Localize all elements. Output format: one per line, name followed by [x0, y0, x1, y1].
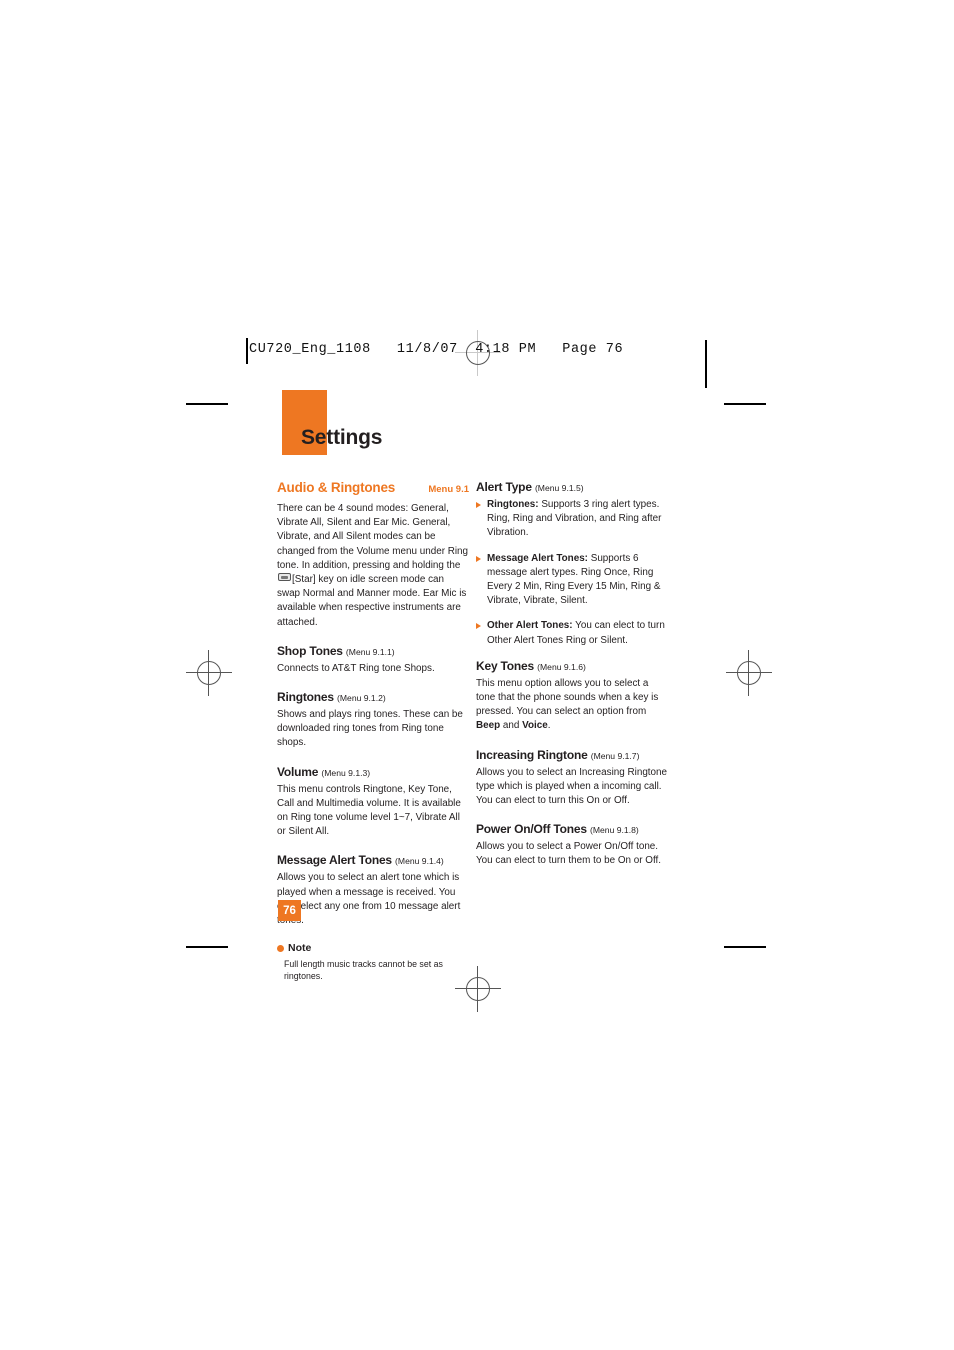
subsection-body-power-on-off-tones: Allows you to select a Power On/Off tone… — [476, 841, 661, 867]
subsection-menu-code: (Menu 9.1.2) — [337, 693, 386, 704]
subsection-menu-code: (Menu 9.1.8) — [590, 825, 639, 836]
bullet-label: Other Alert Tones: — [487, 620, 573, 632]
subsection-title-increasing-ringtone: Increasing Ringtone (Menu 9.1.7) — [476, 748, 668, 762]
subsection-body-shop-tones: Connects to AT&T Ring tone Shops. — [277, 662, 435, 674]
left-column: Audio & Ringtones Menu 9.1 There can be … — [277, 480, 469, 982]
subsection-label: Shop Tones — [277, 643, 343, 658]
section-title: Audio & Ringtones — [277, 480, 396, 495]
subsection-menu-code: (Menu 9.1.7) — [590, 750, 640, 761]
subsection-body-message-alert-tones: Allows you to select an alert tone which… — [277, 872, 461, 926]
note-bullet-icon — [277, 944, 284, 952]
subsection-menu-code: (Menu 9.1.6) — [537, 661, 586, 672]
section-header-audio-ringtones: Audio & Ringtones Menu 9.1 — [277, 480, 469, 495]
triangle-bullet-icon — [476, 623, 481, 630]
subsection-label: Alert Type — [476, 480, 532, 494]
bullet-other-alert-tones: Other Alert Tones: You can elect to turn… — [476, 619, 668, 647]
subsection-title-key-tones: Key Tones (Menu 9.1.6) — [476, 659, 668, 673]
triangle-bullet-icon — [476, 502, 481, 508]
bullet-message-alert-tones: Message Alert Tones: Supports 6 message … — [476, 552, 668, 609]
note-label: Note — [288, 942, 312, 955]
subsection-title-message-alert-tones: Message Alert Tones (Menu 9.1.4) — [277, 853, 469, 867]
subsection-body-key-tones: This menu option allows you to select a … — [476, 677, 668, 734]
subsection-title-alert-type: Alert Type (Menu 9.1.5) — [476, 480, 668, 494]
subsection-label: Power On/Off Tones — [476, 822, 587, 837]
subsection-label: Key Tones — [476, 658, 534, 673]
subsection-label: Ringtones — [277, 690, 334, 705]
intro-paragraph: There can be 4 sound modes: General, Vib… — [277, 502, 469, 630]
intro-text-part2: [Star] key on idle screen mode can swap … — [277, 574, 467, 628]
subsection-menu-code: (Menu 9.1.1) — [345, 646, 395, 657]
star-key-icon — [278, 573, 291, 582]
subsection-label: Message Alert Tones — [277, 853, 392, 868]
subsection-title-shop-tones: Shop Tones (Menu 9.1.1) — [277, 644, 469, 658]
manual-page: Settings Audio & Ringtones Menu 9.1 Ther… — [0, 0, 954, 1350]
page-title: Settings — [301, 426, 383, 449]
key-tones-option-beep: Beep — [476, 720, 501, 732]
subsection-title-power-on-off-tones: Power On/Off Tones (Menu 9.1.8) — [476, 822, 668, 836]
intro-text-part1: There can be 4 sound modes: General, Vib… — [277, 503, 469, 571]
key-tones-text-part1: This menu option allows you to select a … — [476, 677, 659, 718]
subsection-label: Volume — [277, 764, 319, 779]
bullet-label: Message Alert Tones: — [487, 552, 588, 564]
key-tones-text-part2: and — [500, 720, 523, 732]
right-column: Alert Type (Menu 9.1.5) Ringtones: Suppo… — [476, 480, 668, 883]
note-header: Note — [277, 942, 469, 954]
key-tones-text-part3: . — [547, 720, 551, 732]
page-number-badge: 76 — [278, 900, 301, 921]
subsection-menu-code: (Menu 9.1.5) — [534, 483, 584, 493]
bullet-label: Ringtones: — [487, 499, 539, 510]
subsection-body-ringtones: Shows and plays ring tones. These can be… — [277, 709, 463, 749]
subsection-title-ringtones: Ringtones (Menu 9.1.2) — [277, 690, 469, 704]
subsection-label: Increasing Ringtone — [476, 747, 588, 762]
triangle-bullet-icon — [476, 555, 481, 562]
subsection-menu-code: (Menu 9.1.3) — [321, 767, 371, 778]
section-menu-code: Menu 9.1 — [428, 484, 469, 495]
key-tones-option-voice: Voice — [522, 720, 548, 732]
subsection-menu-code: (Menu 9.1.4) — [395, 856, 444, 867]
note-text: Full length music tracks cannot be set a… — [284, 959, 443, 982]
bullet-ringtones: Ringtones: Supports 3 ring alert types. … — [476, 498, 668, 541]
subsection-body-volume: This menu controls Ringtone, Key Tone, C… — [277, 783, 461, 838]
subsection-body-increasing-ringtone: Allows you to select an Increasing Ringt… — [476, 766, 668, 807]
subsection-title-volume: Volume (Menu 9.1.3) — [277, 765, 469, 779]
